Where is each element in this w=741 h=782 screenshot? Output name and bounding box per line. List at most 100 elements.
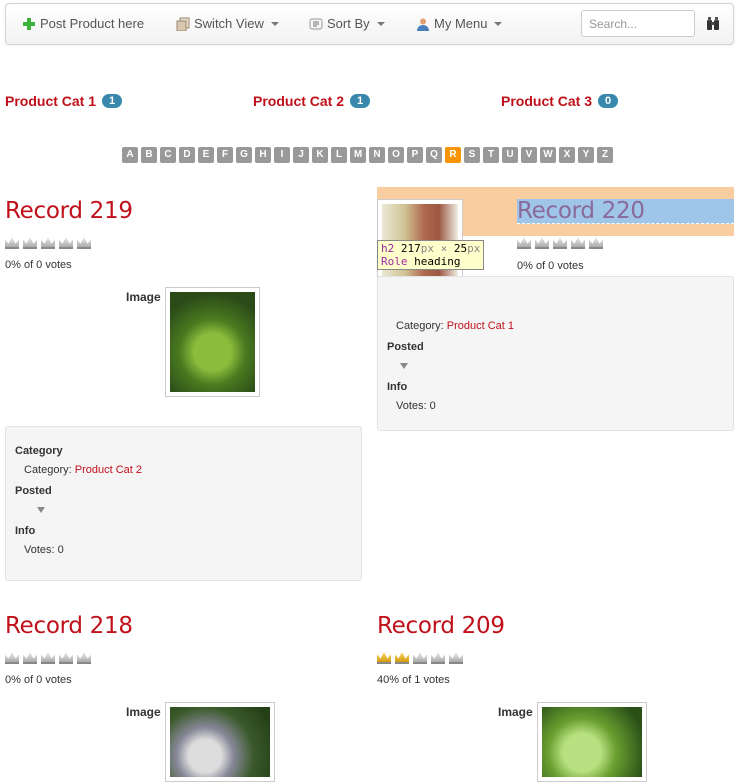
count-badge: 0 (598, 94, 619, 108)
my-menu[interactable]: My Menu (416, 16, 503, 31)
count-badge: 1 (350, 94, 371, 108)
crown-icon[interactable] (41, 652, 55, 664)
category-link[interactable]: Product Cat 1 (447, 320, 514, 332)
letter-c[interactable]: C (160, 147, 176, 163)
letter-u[interactable]: U (502, 147, 518, 163)
post-product-button[interactable]: Post Product here (22, 16, 144, 31)
letter-o[interactable]: O (388, 147, 404, 163)
votes-text: 0% of 0 votes (5, 259, 72, 271)
switch-view-label: Switch View (194, 16, 264, 31)
image-label: Image (498, 705, 533, 719)
my-menu-label: My Menu (434, 16, 488, 31)
letter-s[interactable]: S (464, 147, 480, 163)
letter-r[interactable]: R (445, 147, 461, 163)
letter-l[interactable]: L (331, 147, 347, 163)
rating[interactable] (517, 237, 603, 249)
letter-n[interactable]: N (369, 147, 385, 163)
record-title[interactable]: Record 219 (5, 198, 133, 224)
letter-w[interactable]: W (540, 147, 556, 163)
plus-icon (23, 17, 35, 30)
crown-icon[interactable] (377, 652, 391, 664)
crown-icon[interactable] (413, 652, 427, 664)
filter-icon[interactable] (37, 507, 45, 513)
letter-z[interactable]: Z (597, 147, 613, 163)
category-name: Product Cat 3 (501, 93, 593, 109)
category-link-2[interactable]: Product Cat 2 1 (253, 93, 371, 109)
info-heading: Info (15, 525, 36, 537)
letter-a[interactable]: A (122, 147, 138, 163)
category-row: Category: Product Cat 2 (15, 464, 352, 476)
category-name: Product Cat 1 (5, 93, 97, 109)
record-title[interactable]: Record 209 (377, 613, 505, 639)
crown-icon[interactable] (41, 237, 55, 249)
letter-d[interactable]: D (179, 147, 195, 163)
crown-icon[interactable] (449, 652, 463, 664)
record-image[interactable] (165, 287, 260, 397)
category-heading: Category (15, 445, 63, 457)
crown-icon[interactable] (553, 237, 567, 249)
binoculars-icon[interactable] (706, 16, 720, 31)
votes-text: 40% of 1 votes (377, 674, 450, 686)
user-icon (417, 18, 429, 31)
posted-heading: Posted (15, 485, 52, 497)
record-title[interactable]: Record 218 (5, 613, 133, 639)
alphabet-filter: ABCDEFGHIJKLMNOPQRSTUVWXYZ (122, 147, 613, 163)
letter-t[interactable]: T (483, 147, 499, 163)
caret-down-icon (494, 21, 503, 26)
letter-g[interactable]: G (236, 147, 252, 163)
letter-e[interactable]: E (198, 147, 214, 163)
crown-icon[interactable] (23, 237, 37, 249)
image-label: Image (126, 290, 161, 304)
crown-icon[interactable] (431, 652, 445, 664)
sort-by-menu[interactable]: Sort By (309, 16, 385, 31)
count-badge: 1 (102, 94, 123, 108)
rating[interactable] (5, 652, 91, 664)
switch-view-menu[interactable]: Switch View (176, 16, 279, 31)
pages-icon (176, 17, 190, 31)
votes-text: 0% of 0 votes (517, 260, 584, 272)
crown-icon[interactable] (571, 237, 585, 249)
crown-icon[interactable] (59, 652, 73, 664)
record-image[interactable] (165, 702, 275, 782)
letter-q[interactable]: Q (426, 147, 442, 163)
letter-y[interactable]: Y (578, 147, 594, 163)
category-link[interactable]: Product Cat 2 (75, 464, 142, 476)
post-label: Post Product here (40, 16, 145, 31)
record-title[interactable]: Record 220 (517, 198, 645, 224)
rating[interactable] (377, 652, 463, 664)
details-panel: Category Category: Product Cat 1 Posted … (377, 276, 734, 431)
letter-i[interactable]: I (274, 147, 290, 163)
crown-icon[interactable] (23, 652, 37, 664)
category-link-3[interactable]: Product Cat 3 0 (501, 93, 619, 109)
letter-x[interactable]: X (559, 147, 575, 163)
letter-k[interactable]: K (312, 147, 328, 163)
letter-p[interactable]: P (407, 147, 423, 163)
crown-icon[interactable] (395, 652, 409, 664)
record-image[interactable] (537, 702, 647, 782)
votes-text: 0% of 0 votes (5, 674, 72, 686)
letter-v[interactable]: V (521, 147, 537, 163)
crown-icon[interactable] (535, 237, 549, 249)
crown-icon[interactable] (517, 237, 531, 249)
crown-icon[interactable] (77, 237, 91, 249)
letter-m[interactable]: M (350, 147, 366, 163)
letter-j[interactable]: J (293, 147, 309, 163)
crown-icon[interactable] (5, 652, 19, 664)
sort-by-label: Sort By (327, 16, 370, 31)
crown-icon[interactable] (5, 237, 19, 249)
search-input[interactable] (581, 10, 695, 37)
crown-icon[interactable] (77, 652, 91, 664)
inspector-tooltip: h2 217px × 25px Role heading (377, 240, 485, 270)
rating[interactable] (5, 237, 91, 249)
caret-down-icon (270, 21, 279, 26)
category-link-1[interactable]: Product Cat 1 1 (5, 93, 123, 109)
letter-f[interactable]: F (217, 147, 233, 163)
category-name: Product Cat 2 (253, 93, 345, 109)
category-row: Category: Product Cat 1 (387, 320, 724, 332)
crown-icon[interactable] (589, 237, 603, 249)
letter-h[interactable]: H (255, 147, 271, 163)
letter-b[interactable]: B (141, 147, 157, 163)
votes-info: Votes: 0 (24, 544, 64, 556)
filter-icon[interactable] (400, 363, 408, 369)
crown-icon[interactable] (59, 237, 73, 249)
